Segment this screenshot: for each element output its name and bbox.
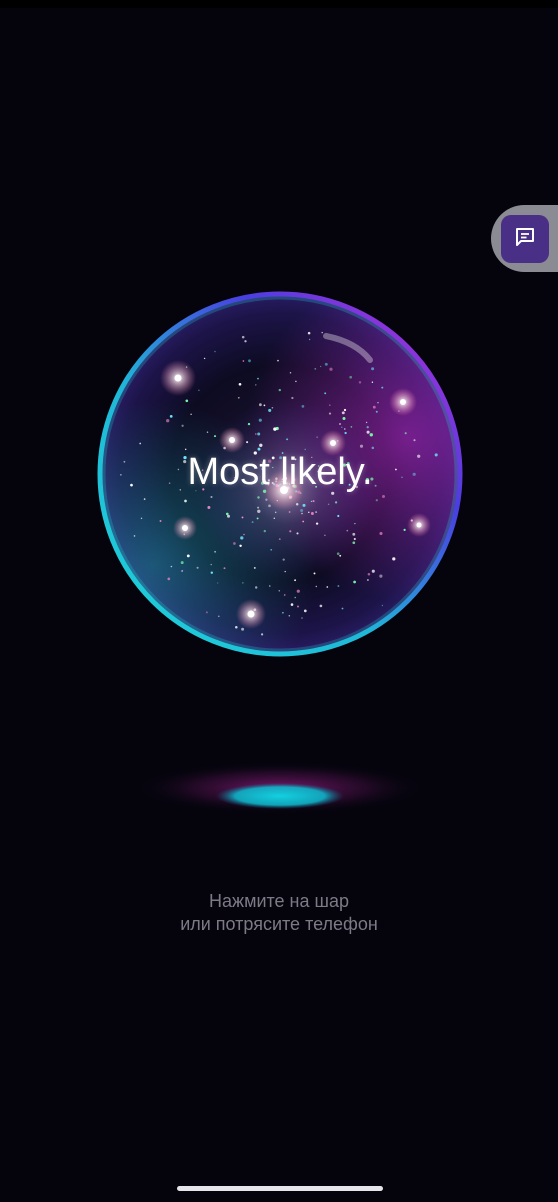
orb-graphic [97, 291, 463, 657]
feedback-tab [491, 205, 558, 272]
magic-ball-screen: Most likely. Нажмите на шар или потрясит… [0, 0, 558, 1202]
hint-line-2: или потрясите телефон [180, 914, 378, 934]
status-bar [0, 0, 558, 8]
chat-bubble-icon [514, 226, 536, 253]
hint-line-1: Нажмите на шар [209, 891, 349, 911]
orb-shadow [130, 755, 430, 825]
home-indicator[interactable] [177, 1186, 383, 1191]
magic-orb[interactable]: Most likely. [94, 288, 466, 660]
feedback-button[interactable] [501, 215, 549, 263]
hint-text: Нажмите на шар или потрясите телефон [0, 890, 558, 936]
